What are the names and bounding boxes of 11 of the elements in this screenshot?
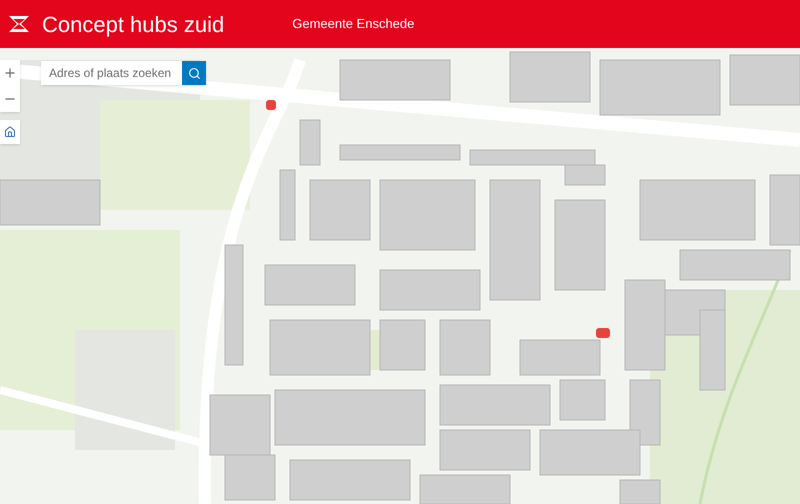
hub-marker[interactable] — [596, 328, 610, 338]
app-title: Concept hubs zuid — [42, 10, 224, 39]
organization-name: Gemeente Enschede — [292, 15, 414, 34]
hub-marker[interactable] — [266, 100, 276, 110]
logo-icon — [8, 15, 30, 33]
search-button[interactable] — [182, 61, 206, 85]
home-button[interactable] — [0, 120, 20, 144]
search-icon — [188, 66, 200, 80]
search-field[interactable]: Adres of plaats zoeken — [41, 61, 182, 85]
plus-icon — [3, 66, 17, 80]
home-icon — [4, 126, 16, 138]
